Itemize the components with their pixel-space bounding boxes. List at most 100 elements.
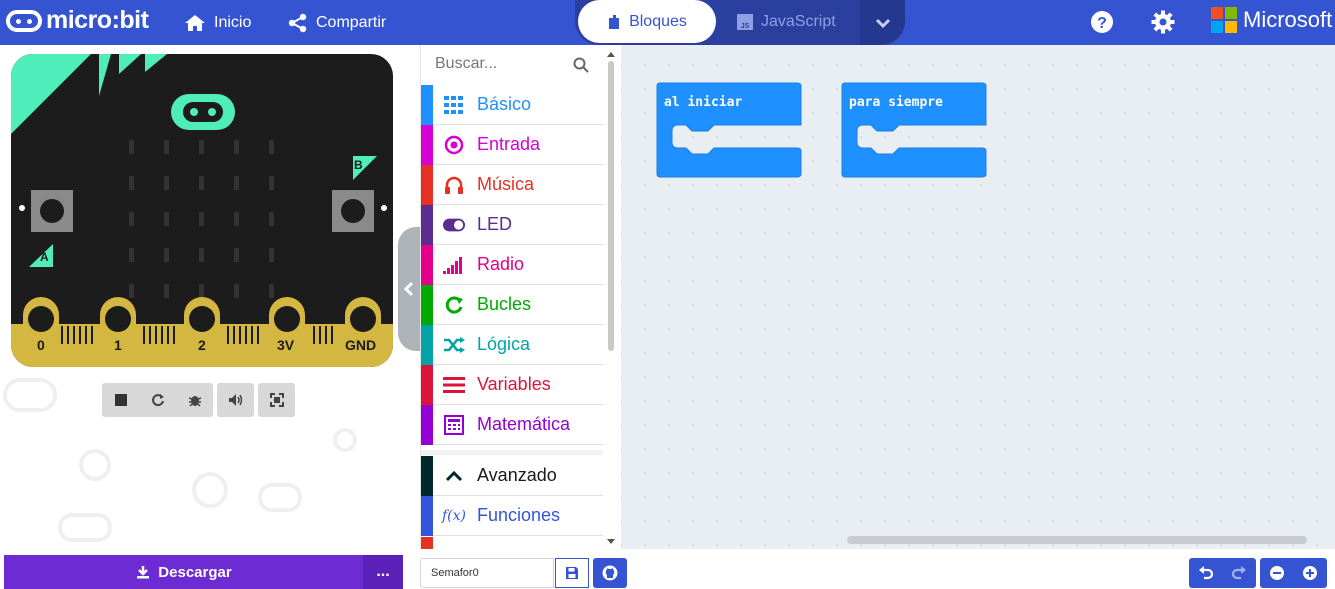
top-bar: micro:bit Inicio Compartir Bloques JS Ja… (0, 0, 1335, 45)
search-icon (573, 57, 589, 73)
forever-block[interactable]: para siempre (841, 82, 987, 178)
stop-icon (114, 394, 127, 406)
download-button[interactable]: Descargar (4, 555, 364, 589)
category-math[interactable]: Matemática (421, 404, 603, 445)
zoom-out-icon (1269, 566, 1284, 580)
category-variables[interactable]: Variables (421, 364, 603, 405)
toolbox-search[interactable]: Buscar... (421, 45, 603, 85)
category-music[interactable]: Música (421, 164, 603, 205)
category-label: Entrada (477, 134, 541, 154)
home-icon (185, 14, 205, 31)
microbit-board[interactable]: 0 1 2 3V GND A B (11, 54, 393, 367)
button-b-side-dot (381, 205, 387, 211)
category-functions[interactable]: f(x) Funciones (421, 495, 603, 536)
simulator-panel: 0 1 2 3V GND A B (0, 45, 420, 549)
category-label: Básico (477, 94, 532, 114)
zoom-out-button[interactable] (1260, 558, 1293, 588)
tab-javascript-label: JavaScript (761, 12, 836, 30)
share-button[interactable]: Compartir (288, 0, 386, 45)
category-label: Lógica (477, 334, 531, 354)
search-input[interactable]: Buscar... (435, 55, 497, 73)
shuffle-icon (444, 336, 465, 353)
category-advanced[interactable]: Avanzado (421, 455, 603, 496)
gear-icon[interactable] (1151, 10, 1175, 34)
scroll-down-icon (607, 539, 615, 544)
microbit-logo-icon (6, 9, 42, 32)
category-label: LED (477, 214, 513, 234)
on-start-block[interactable]: al iniciar (656, 82, 802, 178)
button-a-side-dot (19, 205, 25, 211)
microsoft-logo (1211, 7, 1237, 33)
category-label: Matemática (477, 414, 571, 434)
block-label: al iniciar (664, 95, 743, 110)
blocks-workspace[interactable]: al iniciar para siempre (621, 45, 1335, 549)
category-loops[interactable]: Bucles (421, 284, 603, 325)
zoom-in-button[interactable] (1293, 558, 1326, 588)
redo-button[interactable] (1222, 558, 1255, 588)
category-label: Radio (477, 254, 525, 274)
toolbox-separator (421, 450, 603, 455)
toolbox-scrollbar[interactable] (605, 52, 617, 547)
svg-text:JS: JS (741, 23, 750, 30)
workspace-horizontal-scrollbar[interactable] (847, 536, 1307, 544)
sound-icon (228, 394, 242, 406)
debug-icon (188, 396, 201, 407)
category-logic[interactable]: Lógica (421, 324, 603, 365)
category-label: Avanzado (477, 465, 557, 485)
chevron-left-icon (404, 281, 414, 297)
microsoft-link[interactable]: Microsoft (1211, 7, 1332, 33)
loop-icon (445, 296, 463, 314)
tab-blocks-label: Bloques (629, 12, 687, 30)
category-input[interactable]: Entrada (421, 124, 603, 165)
microsoft-label: Microsoft (1243, 7, 1333, 32)
github-icon (602, 565, 618, 581)
category-radio[interactable]: Radio (421, 244, 603, 285)
more-languages-button[interactable] (860, 0, 905, 45)
undo-redo-group (1189, 558, 1256, 588)
more-label: ... (376, 563, 390, 580)
category-label: Variables (477, 374, 551, 394)
button-a-label: A (40, 250, 49, 264)
category-next-partial (421, 537, 433, 549)
zoom-in-icon (1302, 566, 1317, 580)
home-button[interactable]: Inicio (184, 0, 251, 45)
zoom-group (1260, 558, 1327, 588)
fullscreen-button[interactable] (258, 383, 295, 417)
tab-javascript[interactable]: JS JavaScript (737, 0, 836, 43)
undo-button[interactable] (1189, 558, 1222, 588)
debug-button[interactable] (176, 383, 213, 417)
github-button[interactable] (593, 558, 627, 588)
collapse-simulator-button[interactable] (398, 227, 420, 351)
category-label: Bucles (477, 294, 532, 314)
pin-1-label: 1 (114, 337, 122, 353)
restart-button[interactable] (139, 383, 176, 417)
redo-icon (1231, 566, 1246, 580)
download-options-button[interactable]: ... (363, 555, 403, 589)
puzzle-icon (609, 14, 620, 29)
js-icon: JS (737, 13, 753, 30)
toolbox-scroll-thumb[interactable] (608, 61, 614, 351)
share-label: Compartir (316, 13, 387, 31)
stop-button[interactable] (102, 383, 139, 417)
mute-button[interactable] (217, 383, 254, 417)
pin-2-label: 2 (198, 337, 206, 353)
tab-blocks[interactable]: Bloques (578, 0, 716, 43)
save-icon (566, 567, 578, 579)
microbit-logo[interactable]: micro:bit (6, 6, 149, 35)
block-label: para siempre (849, 95, 943, 110)
lines-icon (443, 376, 465, 393)
category-led[interactable]: LED (421, 204, 603, 245)
undo-icon (1198, 566, 1213, 580)
editor-tabs: Bloques JS JavaScript (575, 0, 905, 45)
help-icon[interactable]: ? (1090, 10, 1114, 34)
svg-text:?: ? (1097, 15, 1107, 32)
grid-icon (444, 95, 463, 114)
toolbox: Buscar... Básico Entrada Música LED Radi… (420, 45, 621, 549)
category-basic[interactable]: Básico (421, 84, 603, 125)
share-icon (288, 13, 307, 32)
button-b-label: B (354, 158, 363, 172)
project-name-input[interactable]: Semafor0 (420, 558, 554, 588)
restart-icon (151, 394, 164, 407)
pin-0-label: 0 (37, 337, 45, 353)
save-button[interactable] (555, 558, 589, 588)
